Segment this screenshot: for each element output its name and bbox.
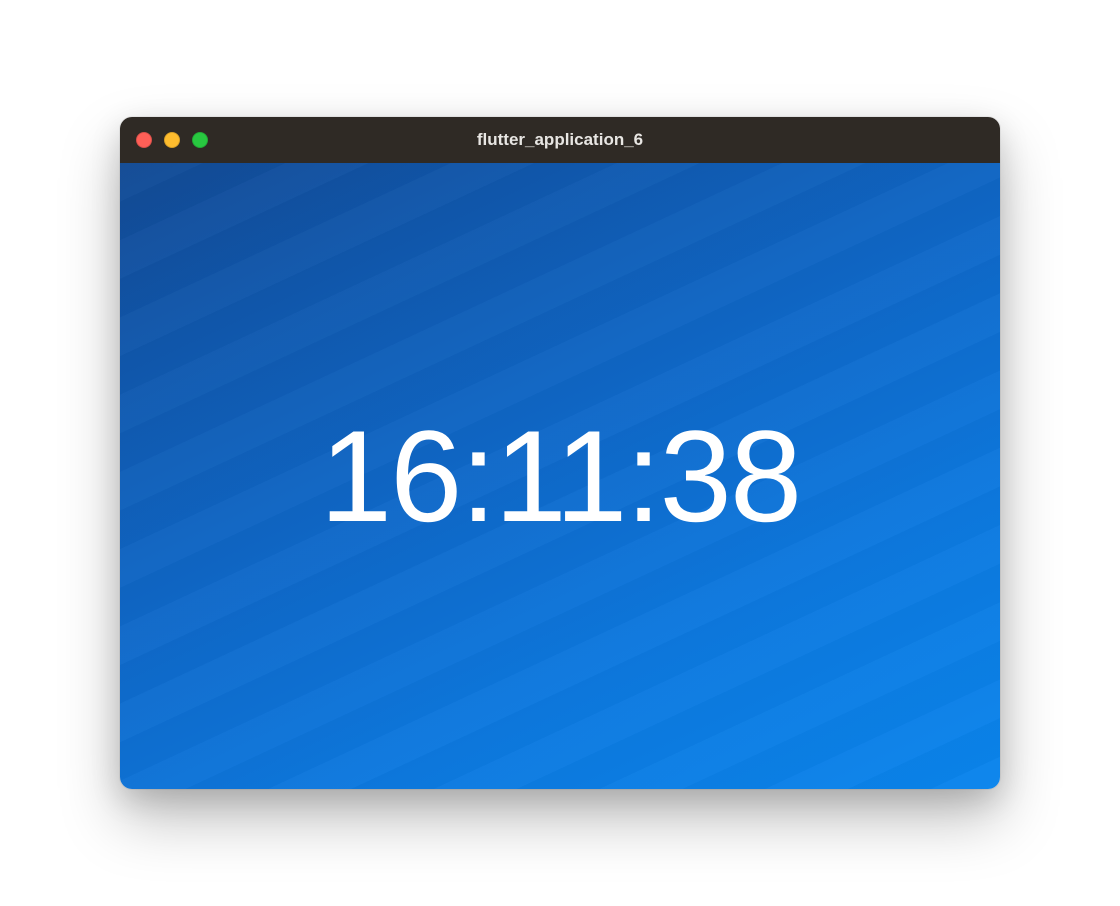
window-title: flutter_application_6 bbox=[120, 130, 1000, 150]
minimize-button[interactable] bbox=[164, 132, 180, 148]
maximize-button[interactable] bbox=[192, 132, 208, 148]
close-button[interactable] bbox=[136, 132, 152, 148]
titlebar[interactable]: flutter_application_6 bbox=[120, 117, 1000, 163]
app-content: 16:11:38 bbox=[120, 163, 1000, 789]
clock-display: 16:11:38 bbox=[320, 401, 800, 551]
traffic-lights bbox=[120, 132, 208, 148]
app-window: flutter_application_6 16:11:38 bbox=[120, 117, 1000, 789]
